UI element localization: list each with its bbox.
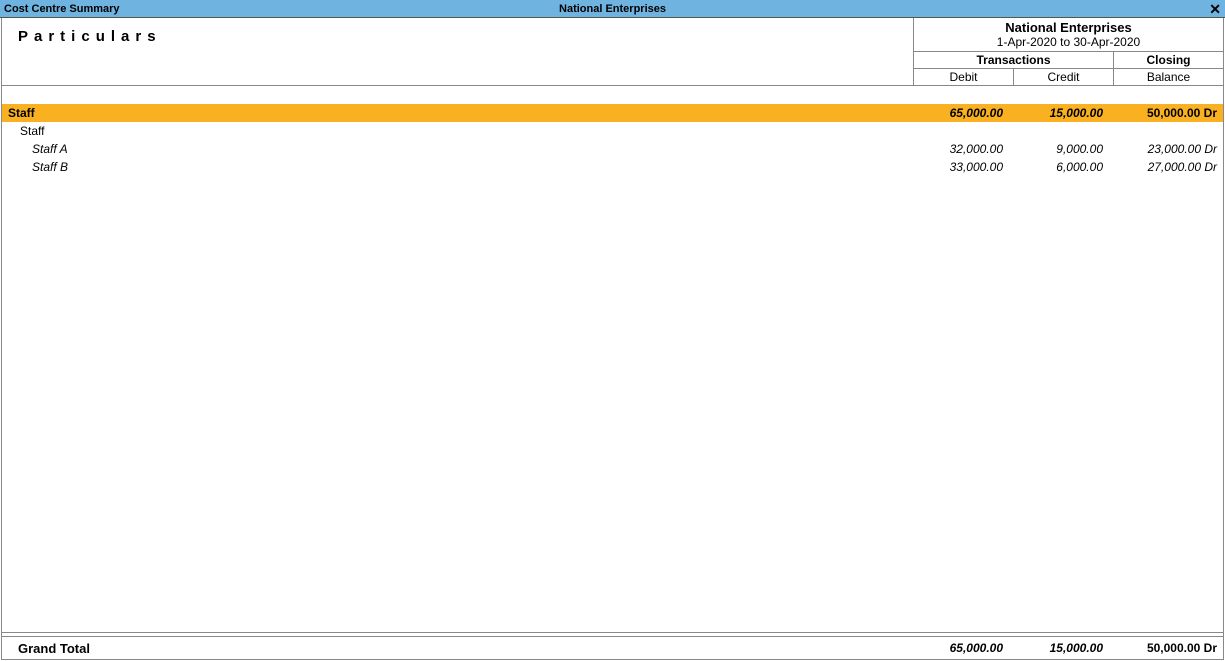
particulars-header: Particulars bbox=[18, 28, 913, 45]
debit-header: Debit bbox=[914, 69, 1014, 85]
closing-header: Closing bbox=[1114, 52, 1223, 68]
grand-total-row: Grand Total 65,000.00 15,000.00 50,000.0… bbox=[2, 637, 1223, 659]
group-credit: 15,000.00 bbox=[1013, 106, 1113, 120]
report-footer: Grand Total 65,000.00 15,000.00 50,000.0… bbox=[2, 632, 1223, 659]
header-period: 1-Apr-2020 to 30-Apr-2020 bbox=[914, 35, 1223, 51]
group-name: Staff bbox=[2, 106, 913, 120]
ledger-name: Staff B bbox=[2, 160, 913, 174]
ledger-debit: 33,000.00 bbox=[913, 160, 1013, 174]
balance-header: Balance bbox=[1114, 69, 1223, 85]
grand-total-debit: 65,000.00 bbox=[913, 641, 1013, 655]
transactions-header: Transactions bbox=[914, 52, 1114, 68]
grand-total-credit: 15,000.00 bbox=[1013, 641, 1113, 655]
group-row[interactable]: Staff 65,000.00 15,000.00 50,000.00 Dr bbox=[2, 104, 1223, 122]
ledger-name: Staff A bbox=[2, 142, 913, 156]
header-company: National Enterprises bbox=[914, 18, 1223, 35]
title-bar: Cost Centre Summary National Enterprises… bbox=[0, 0, 1225, 18]
ledger-credit: 6,000.00 bbox=[1013, 160, 1113, 174]
subhead-name: Staff bbox=[2, 124, 913, 138]
ledger-row[interactable]: Staff B 33,000.00 6,000.00 27,000.00 Dr bbox=[2, 158, 1223, 176]
ledger-balance: 27,000.00 Dr bbox=[1113, 160, 1223, 174]
ledger-balance: 23,000.00 Dr bbox=[1113, 142, 1223, 156]
grand-total-balance: 50,000.00 Dr bbox=[1113, 641, 1223, 655]
screen-name: Cost Centre Summary bbox=[4, 3, 120, 15]
report-panel: Particulars National Enterprises 1-Apr-2… bbox=[1, 18, 1224, 660]
group-balance: 50,000.00 Dr bbox=[1113, 106, 1223, 120]
ledger-credit: 9,000.00 bbox=[1013, 142, 1113, 156]
ledger-row[interactable]: Staff A 32,000.00 9,000.00 23,000.00 Dr bbox=[2, 140, 1223, 158]
report-body: Staff 65,000.00 15,000.00 50,000.00 Dr S… bbox=[2, 86, 1223, 632]
title-company: National Enterprises bbox=[559, 3, 666, 15]
group-debit: 65,000.00 bbox=[913, 106, 1013, 120]
credit-header: Credit bbox=[1014, 69, 1114, 85]
grand-total-label: Grand Total bbox=[2, 641, 913, 656]
column-header: Particulars National Enterprises 1-Apr-2… bbox=[2, 18, 1223, 86]
subhead-row[interactable]: Staff bbox=[2, 122, 1223, 140]
close-icon[interactable]: ✕ bbox=[1209, 2, 1221, 16]
ledger-debit: 32,000.00 bbox=[913, 142, 1013, 156]
